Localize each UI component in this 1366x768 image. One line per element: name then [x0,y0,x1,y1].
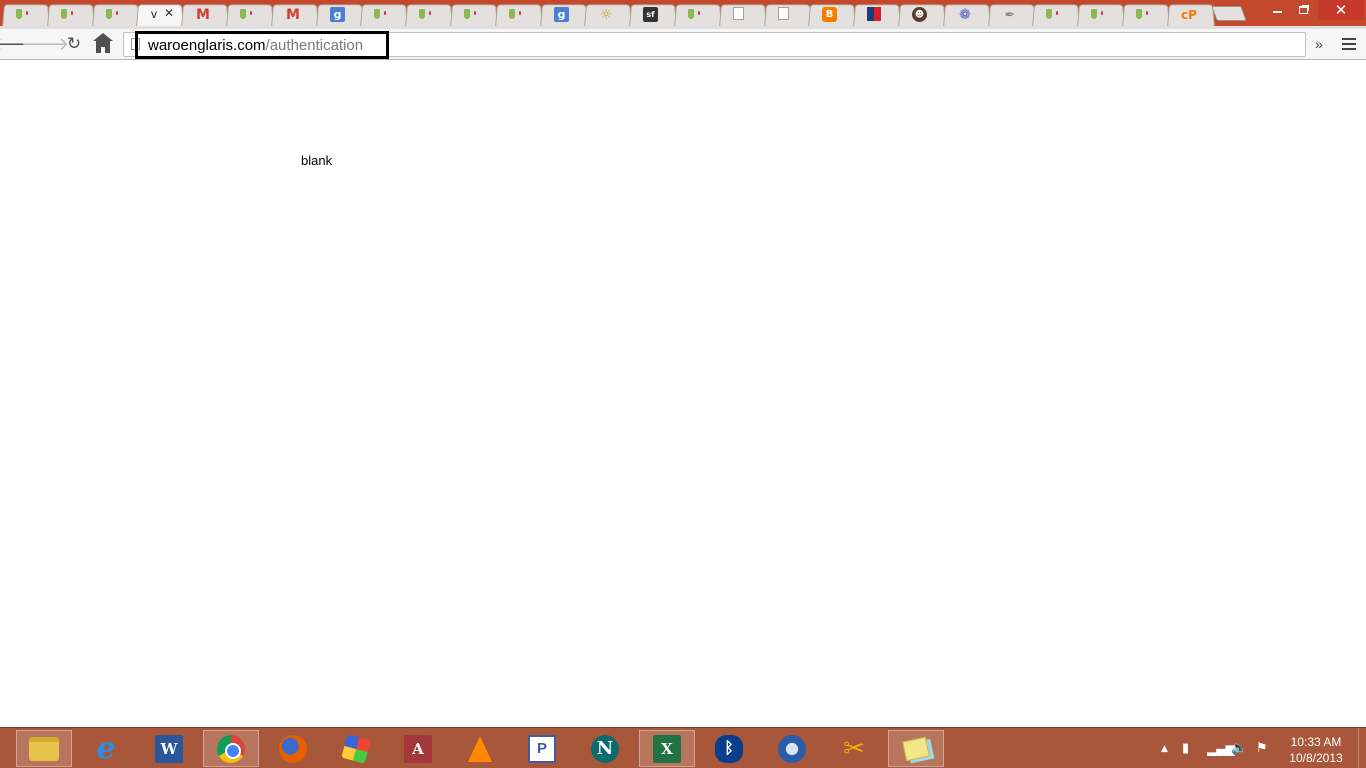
close-window-button[interactable]: ✕ [1318,0,1364,20]
url-text[interactable]: waroenglaris.com/authentication [148,37,363,54]
taskbar-app-firefox[interactable] [265,730,321,767]
taskbar-app-keys[interactable]: ✂ [826,730,882,767]
gmail-icon: M [286,7,300,23]
new-tab-button[interactable] [1211,6,1247,21]
restore-icon [1298,6,1308,14]
document-icon [733,7,744,20]
face-icon: ☻ [912,7,927,22]
file-explorer-icon [29,736,59,761]
show-desktop-button[interactable] [1358,728,1366,768]
leaf-icon [509,7,521,21]
menu-icon[interactable] [1342,38,1356,50]
reload-icon: ↻ [66,34,82,54]
show-hidden-icons-icon[interactable]: ▲ [1161,728,1168,768]
excel-icon: X [653,734,681,763]
leaf-icon [374,7,386,21]
access-icon: A [404,734,432,763]
reload-button[interactable]: ↻ [62,32,86,56]
action-center-icon[interactable]: ⚑ [1256,728,1268,768]
taskbar-app-bluetooth[interactable]: ᛒ [701,730,757,767]
taskbar-app-excel[interactable]: X [639,730,695,767]
taskbar-app-netscape[interactable]: N [577,730,633,767]
gear-icon: ❁ [959,7,971,23]
taskbar-app-word[interactable]: W [141,730,197,767]
project-icon: P [528,734,556,763]
clock[interactable]: 10:33 AM 10/8/2013 [1286,734,1346,766]
volume-icon[interactable]: 🔈 [1231,728,1247,768]
sun-icon: ☼ [599,7,613,23]
address-bar[interactable]: waroenglaris.com/authentication ☆ [123,31,1306,59]
url-host: waroenglaris.com [148,37,266,54]
home-icon [93,32,113,53]
netscape-icon: N [591,734,619,763]
taskbar-app-vlc[interactable] [452,730,508,767]
windows-flag-icon [341,733,371,764]
power-icon[interactable]: ▮ [1182,728,1189,768]
google-icon: g [330,7,345,22]
taskbar-app-windows-flag[interactable] [328,730,384,767]
leaf-icon [1091,7,1103,21]
active-tab-title[interactable]: v [151,7,157,21]
taskbar-app-thunderbird[interactable] [764,730,820,767]
leaf-icon [419,7,431,21]
extensions-overflow-button[interactable]: » [1315,36,1323,52]
leaf-icon [16,7,28,21]
clock-time: 10:33 AM [1290,735,1342,749]
leaf-icon [61,7,73,21]
close-icon: ✕ [1334,1,1348,19]
leaf-icon [688,7,700,21]
sourceforge-icon: sf [643,7,658,22]
taskbar-app-internet-explorer[interactable]: e [78,730,134,767]
tab-list: M Mg g ☼ sf B ☻ ❁ ✒ cP [0,2,1260,29]
url-path: /authentication [265,37,364,54]
feather-icon: ✒ [1004,7,1016,23]
firefox-icon [279,734,307,763]
leaf-icon [464,7,476,21]
taskbar-app-sticky-notes[interactable] [888,730,944,767]
page-content: blank [0,61,1366,727]
taskbar-app-project[interactable]: P [514,730,570,767]
restore-button[interactable] [1290,0,1316,20]
browser-toolbar: 🡐 🡒 ↻ waroenglaris.com/authentication ☆ … [0,29,1366,60]
taskbar-app-access[interactable]: A [390,730,446,767]
vlc-icon [468,735,492,762]
leaf-icon [1046,7,1058,21]
leaf-icon [240,7,252,21]
clock-date: 10/8/2013 [1289,751,1343,765]
minimize-button[interactable] [1264,0,1290,20]
forward-button[interactable]: 🡒 [21,32,69,56]
taskbar-app-chrome[interactable] [203,730,259,767]
cpanel-icon: cP [1181,8,1197,22]
document-icon [778,7,789,20]
blogger-icon: B [822,7,837,22]
keys-icon: ✂ [843,733,865,764]
taskbar: e W A P N X ᛒ ✂ ▲ ▮ ▂▄▆ 🔈 ⚑ 10:33 AM 10/8/2013 [0,727,1366,768]
internet-explorer-icon: e [96,731,116,766]
tab-close-icon[interactable]: ✕ [164,6,174,20]
gmail-icon: M [196,7,210,23]
leaf-icon [1136,7,1148,21]
tab-active[interactable] [136,4,184,28]
bluetooth-icon: ᛒ [715,734,743,763]
google-icon: g [554,7,569,22]
minimize-icon [1272,10,1282,13]
page-text: blank [301,153,333,168]
grid-icon [867,7,881,21]
sticky-notes-icon [902,736,930,761]
taskbar-app-file-explorer[interactable] [16,730,72,767]
thunderbird-icon [778,734,806,763]
chrome-icon [217,734,245,763]
leaf-icon [106,7,118,21]
tab-strip: M Mg g ☼ sf B ☻ ❁ ✒ cP v ✕ ✕ [0,0,1366,29]
word-icon: W [155,734,183,763]
home-button[interactable] [91,32,115,56]
